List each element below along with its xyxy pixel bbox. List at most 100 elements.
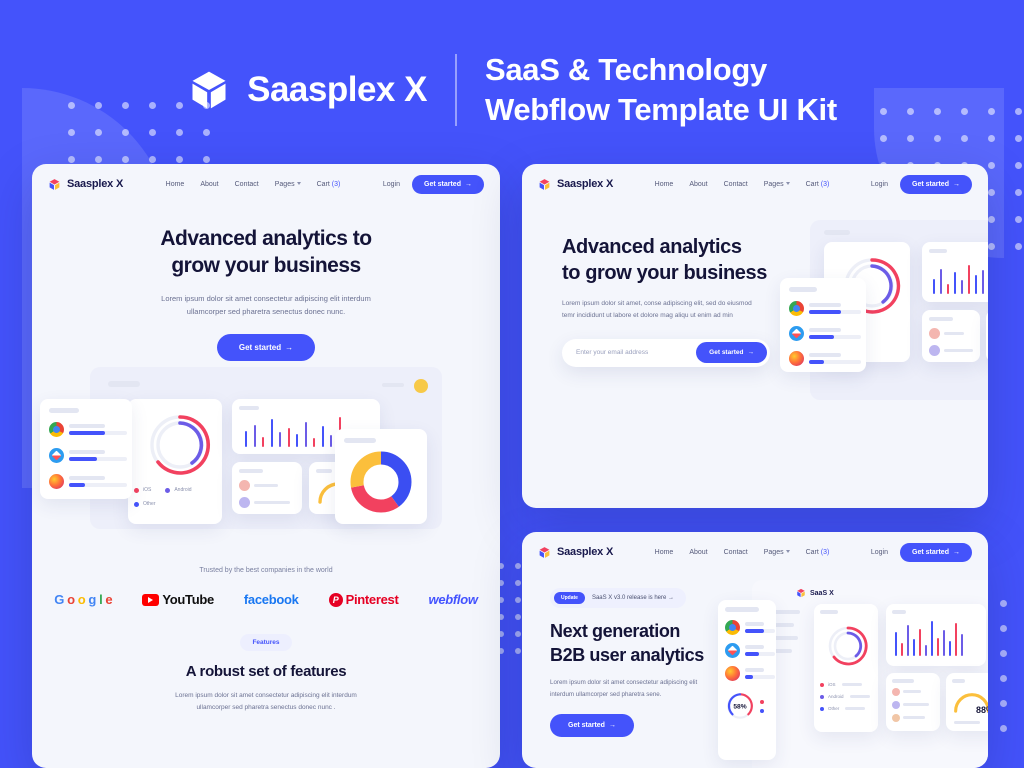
progress-fill [69, 456, 97, 461]
email-signup-form[interactable]: Enter your email address Get started → [562, 338, 770, 367]
get-started-button[interactable]: Get started → [900, 542, 972, 562]
play-icon [142, 593, 160, 606]
nav-item-about[interactable]: About [689, 181, 707, 188]
nav-logo[interactable]: Saasplex X [538, 178, 613, 191]
hero-get-started-button[interactable]: Get started → [216, 334, 316, 361]
bar [901, 642, 903, 656]
hero-get-started-button[interactable]: Get started → [550, 713, 634, 737]
cart-count: (3) [331, 180, 341, 188]
bar [961, 633, 963, 656]
dot [988, 243, 995, 250]
nav-item-pages[interactable]: Pages [764, 549, 790, 556]
legend-label: Android [828, 694, 844, 699]
skeleton-line [49, 408, 79, 413]
bar [955, 623, 957, 656]
hero-paragraph: Lorem ipsum dolor sit amet consectetur a… [72, 292, 460, 318]
nav-item-home[interactable]: Home [166, 181, 185, 188]
dot [95, 156, 102, 163]
progress-fill [745, 628, 764, 633]
email-input-placeholder[interactable]: Enter your email address [576, 349, 648, 356]
features-paragraph: Lorem ipsum dolor sit amet consectetur a… [32, 690, 500, 715]
nav-item-cart[interactable]: Cart (3) [806, 181, 830, 188]
nav-item-home[interactable]: Home [655, 549, 674, 556]
features-para-line1: Lorem ipsum dolor sit amet consectetur a… [175, 692, 357, 699]
nav-item-about[interactable]: About [200, 181, 218, 188]
nav-brand-label: Saasplex X [557, 178, 614, 190]
pinterest-label: Pinterest [345, 592, 399, 607]
nav-item-contact[interactable]: Contact [724, 181, 748, 188]
nav-item-contact[interactable]: Contact [235, 181, 259, 188]
nav-item-contact[interactable]: Contact [724, 549, 748, 556]
features-title: A robust set of features [185, 663, 347, 680]
nav-item-pages[interactable]: Pages [275, 181, 301, 188]
mockup-hero-email[interactable]: Saasplex X Home About Contact Pages Cart… [522, 164, 988, 508]
donut-chart-card [335, 429, 427, 524]
gauge-card: 88 [986, 310, 988, 362]
dot [515, 580, 521, 586]
arrow-right-icon: → [464, 180, 472, 188]
release-badge[interactable]: Update SaaS X v3.0 release is here → [550, 588, 686, 608]
app-sidebar [774, 610, 800, 653]
safari-icon [789, 326, 804, 341]
nav-item-home[interactable]: Home [655, 181, 674, 188]
mockup-landing-full[interactable]: Saasplex X Home About Contact Pages Cart… [32, 164, 500, 768]
mockup-b2b-analytics[interactable]: Saasplex X Home About Contact Pages Cart… [522, 532, 988, 768]
bar-chart-card [886, 604, 986, 666]
nav-logo[interactable]: Saasplex X [538, 546, 613, 559]
gauge-value: 88% [975, 705, 988, 715]
skeleton-line [239, 469, 263, 473]
avatar [414, 379, 428, 393]
donut-chart-icon [350, 451, 412, 513]
nav-item-cart-label: Cart [805, 548, 821, 556]
bar [321, 426, 324, 447]
nav-item-about[interactable]: About [689, 549, 707, 556]
arrow-right-icon: → [952, 180, 960, 188]
bar [937, 637, 939, 656]
dot [988, 216, 995, 223]
bar [330, 435, 332, 447]
ring-chart-card: iOS Android Other [814, 604, 878, 732]
avatar [892, 700, 900, 709]
bar [270, 418, 273, 447]
logo-row: Google YouTube facebook P Pinterest webf… [32, 592, 500, 607]
bar [895, 632, 897, 656]
dot [1015, 162, 1022, 169]
hero-title-line1: Advanced analytics [562, 236, 742, 258]
navbar: Saasplex X Home About Contact Pages Cart… [522, 164, 988, 204]
ring-chart-icon [828, 626, 868, 666]
poster-title: SaaS & Technology Webflow Template UI Ki… [485, 50, 837, 129]
dot [1000, 700, 1007, 707]
get-started-button[interactable]: Get started → [900, 174, 972, 194]
get-started-label: Get started [912, 180, 949, 188]
email-cta-label: Get started [709, 349, 744, 357]
hero-title-line2: B2B user analytics [550, 644, 704, 665]
chevron-down-icon [785, 182, 790, 186]
dot [1015, 243, 1022, 250]
login-link[interactable]: Login [383, 181, 400, 188]
login-link[interactable]: Login [871, 181, 888, 188]
cart-count: (3) [820, 548, 830, 556]
browser-stats-card [40, 399, 132, 499]
legend-item: Android [820, 694, 872, 699]
progress-fill [809, 309, 842, 314]
legend-label: iOS [828, 682, 836, 687]
legend-label: Android [174, 487, 192, 493]
navbar: Saasplex X Home About Contact Pages Cart… [522, 532, 988, 572]
bar [304, 421, 307, 447]
nav-logo[interactable]: Saasplex X [48, 178, 123, 191]
bar [931, 621, 933, 656]
nav-actions: Login Get started → [871, 542, 972, 562]
nav-item-cart-label: Cart [805, 180, 821, 188]
get-started-button[interactable]: Get started → [412, 174, 484, 194]
hero-para-line2: ullamcorper sed pharetra senectus donec … [186, 306, 346, 316]
hero-title-line2: to grow your business [562, 262, 767, 284]
bar-chart [892, 618, 980, 656]
avatar [239, 497, 250, 508]
get-started-label: Get started [912, 548, 949, 556]
login-link[interactable]: Login [871, 549, 888, 556]
app-name: SaaS X [810, 589, 834, 597]
email-get-started-button[interactable]: Get started → [696, 342, 767, 364]
nav-item-cart[interactable]: Cart (3) [806, 549, 830, 556]
nav-item-cart[interactable]: Cart (3) [317, 181, 341, 188]
nav-item-pages[interactable]: Pages [764, 181, 790, 188]
